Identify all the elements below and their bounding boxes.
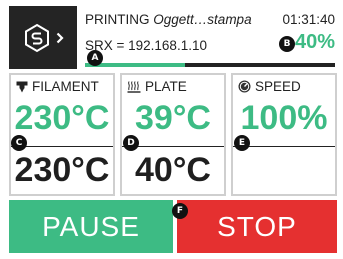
callout-f: F [172, 203, 188, 219]
heat-bed-icon [127, 80, 141, 93]
speed-tile[interactable]: SPEED 100% [231, 73, 337, 196]
speed-header: SPEED [238, 79, 301, 94]
filament-target-temp: 230°C [14, 151, 110, 189]
nozzle-icon [16, 81, 28, 92]
print-filename: Oggett…stampa [153, 12, 252, 27]
callout-e: E [234, 135, 250, 151]
callout-d: D [123, 135, 139, 151]
pause-button[interactable]: PAUSE [9, 200, 173, 253]
print-status-panel[interactable]: PRINTING Oggett…stampa 01:31:40 SRX = 19… [81, 6, 337, 69]
plate-current-temp: 39°C [135, 99, 211, 137]
callout-b: B [279, 36, 295, 52]
stop-button[interactable]: STOP [177, 200, 337, 253]
callout-a: A [87, 50, 103, 66]
print-state-line: PRINTING Oggett…stampa [85, 12, 252, 27]
plate-header: PLATE [127, 79, 187, 94]
gauge-icon [238, 80, 251, 93]
speed-label: SPEED [255, 79, 301, 94]
printer-screen: PRINTING Oggett…stampa 01:31:40 SRX = 19… [9, 6, 337, 253]
logo-icon [25, 23, 49, 52]
plate-label: PLATE [145, 79, 187, 94]
filament-tile[interactable]: FILAMENT 230°C 230°C [9, 73, 115, 196]
filament-label: FILAMENT [32, 79, 99, 94]
filament-current-temp: 230°C [14, 99, 110, 137]
speed-value: 100% [240, 99, 328, 137]
plate-target-temp: 40°C [135, 151, 211, 189]
plate-tile[interactable]: PLATE 39°C 40°C [120, 73, 226, 196]
print-state: PRINTING [85, 12, 150, 27]
print-time: 01:31:40 [282, 12, 335, 27]
printer-ip: SRX = 192.168.1.10 [85, 38, 207, 53]
print-progress-bar [85, 63, 335, 67]
filament-header: FILAMENT [16, 79, 99, 94]
menu-button[interactable] [9, 6, 77, 69]
callout-c: C [11, 135, 27, 151]
chevron-right-icon [56, 32, 64, 43]
print-percent: 40% [294, 31, 335, 53]
